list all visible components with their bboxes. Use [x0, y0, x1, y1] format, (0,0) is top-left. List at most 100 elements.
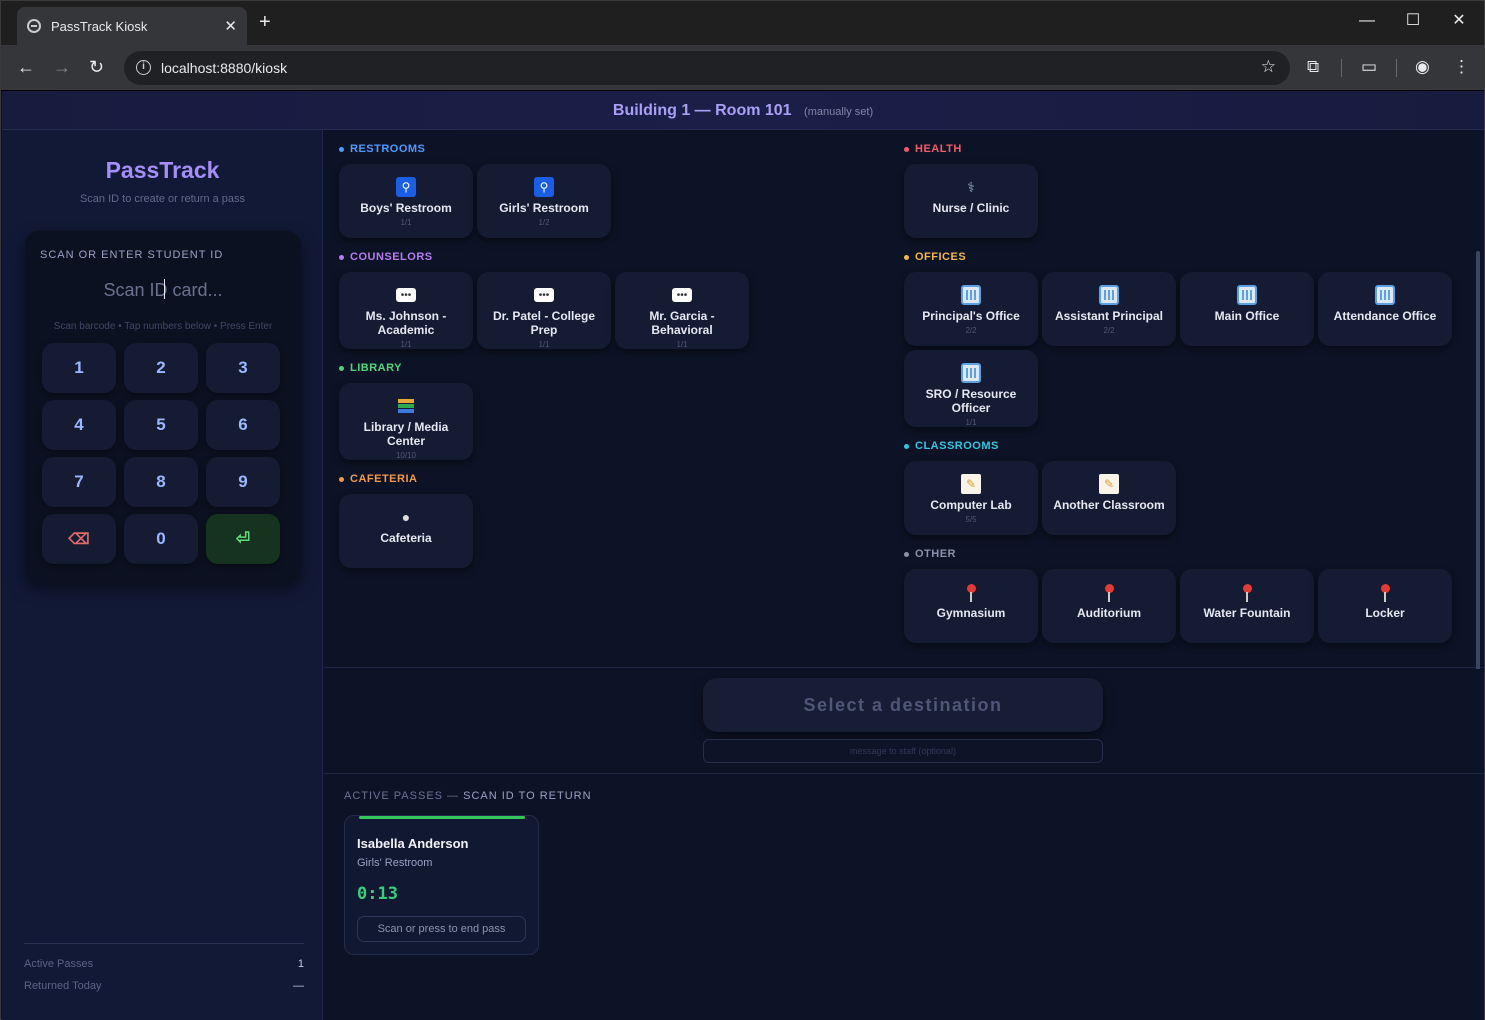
pass-destination: Girls' Restroom: [357, 857, 433, 869]
destination-card[interactable]: Attendance Office: [1318, 272, 1452, 346]
send-area: Select a destination message to staff (o…: [324, 669, 1484, 774]
maximize-icon[interactable]: ☐: [1403, 11, 1423, 31]
destination-card[interactable]: Another Classroom: [1042, 461, 1176, 535]
reload-icon[interactable]: ↻: [89, 57, 104, 77]
stethoscope-icon: ⚕: [967, 178, 975, 195]
destination-name: Water Fountain: [1203, 606, 1291, 620]
url-text[interactable]: localhost:8880/kiosk: [161, 60, 287, 76]
key-8[interactable]: 8: [124, 457, 198, 507]
info-icon[interactable]: i: [136, 60, 151, 75]
destination-count: 1/1: [400, 218, 412, 227]
browser-tab[interactable]: PassTrack Kiosk ✕: [17, 7, 247, 45]
office-building-icon: [1375, 285, 1395, 305]
destination-card[interactable]: Locker: [1318, 569, 1452, 643]
destination-count: 5/5: [965, 515, 977, 524]
speech-bubble-icon: •••: [396, 288, 416, 302]
category-title-offices: OFFICES: [904, 250, 1464, 264]
category-health: HEALTH ⚕ Nurse / Clinic: [904, 142, 1464, 238]
category-grid-cafeteria: ● Cafeteria: [339, 494, 899, 568]
plate-icon: ●: [401, 509, 411, 525]
category-grid-other: Gymnasium Auditorium Water Fountain Locker: [904, 569, 1464, 643]
key-0[interactable]: 0: [124, 514, 198, 564]
message-input[interactable]: message to staff (optional): [703, 739, 1103, 763]
backspace-key-icon[interactable]: ⌫: [42, 514, 116, 564]
student-id-input[interactable]: [40, 271, 286, 309]
address-bar[interactable]: i localhost:8880/kiosk ☆: [124, 51, 1290, 85]
destination-name: Ms. Johnson - Academic: [365, 309, 447, 337]
forward-icon[interactable]: →: [53, 57, 71, 77]
destination-count: 1/1: [538, 340, 550, 349]
category-title-library: LIBRARY: [339, 361, 899, 375]
star-icon[interactable]: ☆: [1261, 57, 1276, 77]
office-building-icon: [1099, 285, 1119, 305]
destination-card[interactable]: Assistant Principal 2/2: [1042, 272, 1176, 346]
key-5[interactable]: 5: [124, 400, 198, 450]
destination-name: Mr. Garcia - Behavioral: [649, 309, 715, 337]
category-library: LIBRARY Library / Media Center 10/10: [339, 361, 899, 460]
category-grid-counselors: ••• Ms. Johnson - Academic 1/1 ••• Dr. Patel…: [339, 272, 899, 349]
key-9[interactable]: 9: [206, 457, 280, 507]
destination-card[interactable]: ••• Ms. Johnson - Academic 1/1: [339, 272, 473, 349]
destination-card[interactable]: Principal's Office 2/2: [904, 272, 1038, 346]
close-tab-icon[interactable]: ✕: [224, 17, 237, 35]
destination-card[interactable]: Gymnasium: [904, 569, 1038, 643]
text-cursor: [164, 279, 165, 299]
destination-card[interactable]: SRO / Resource Officer 1/1: [904, 350, 1038, 427]
destination-name: Girls' Restroom: [499, 201, 589, 215]
category-grid-classrooms: Computer Lab 5/5 Another Classroom: [904, 461, 1464, 535]
speech-bubble-icon: •••: [534, 288, 554, 302]
destination-card[interactable]: Main Office: [1180, 272, 1314, 346]
destination-card[interactable]: ● Cafeteria: [339, 494, 473, 568]
destination-name: Main Office: [1214, 309, 1280, 323]
destination-name: Gymnasium: [936, 606, 1006, 620]
globe-icon: [27, 19, 41, 33]
destination-name: Another Classroom: [1053, 498, 1165, 512]
menu-icon[interactable]: ⋮: [1453, 57, 1470, 77]
destination-name: SRO / Resource Officer: [925, 387, 1017, 415]
destination-card[interactable]: ••• Dr. Patel - College Prep 1/1: [477, 272, 611, 349]
destination-name: Attendance Office: [1333, 309, 1437, 323]
destination-card[interactable]: ⚲ Girls' Restroom 1/2: [477, 164, 611, 238]
destination-card[interactable]: ⚲ Boys' Restroom 1/1: [339, 164, 473, 238]
scan-label: SCAN OR ENTER STUDENT ID: [40, 249, 224, 261]
category-offices: OFFICES Principal's Office 2/2 Assistant Pr…: [904, 250, 1464, 427]
extensions-icon[interactable]: ⧉: [1307, 57, 1319, 77]
pass-card[interactable]: Isabella Anderson Girls' Restroom 0:13 S…: [344, 815, 539, 955]
back-icon[interactable]: ←: [17, 57, 35, 77]
pin-icon: [961, 582, 981, 602]
key-3[interactable]: 3: [206, 343, 280, 393]
tagline: Scan ID to create or return a pass: [79, 193, 246, 205]
key-2[interactable]: 2: [124, 343, 198, 393]
scan-hint: Scan barcode • Tap numbers below • Press…: [53, 321, 273, 332]
enter-key-icon[interactable]: ⏎: [206, 514, 280, 564]
kiosk-app: Building 1 — Room 101 (manually set) Pas…: [2, 91, 1484, 1020]
end-pass-button[interactable]: Scan or press to end pass: [357, 916, 526, 942]
browser-window: PassTrack Kiosk ✕ + — ☐ ✕ ← → ↻ i localh…: [0, 0, 1485, 1020]
room-mode: (manually set): [804, 106, 874, 118]
category-other: OTHER Gymnasium Auditorium Water Fountain Lo…: [904, 547, 1464, 643]
window-close-icon[interactable]: ✕: [1449, 11, 1469, 31]
key-4[interactable]: 4: [42, 400, 116, 450]
category-grid-library: Library / Media Center 10/10: [339, 383, 899, 460]
key-7[interactable]: 7: [42, 457, 116, 507]
pin-icon: [1375, 582, 1395, 602]
key-1[interactable]: 1: [42, 343, 116, 393]
destination-card[interactable]: ⚕ Nurse / Clinic: [904, 164, 1038, 238]
stats-footer: Active Passes 1 Returned Today —: [24, 943, 304, 1002]
select-destination-button[interactable]: Select a destination: [703, 678, 1103, 732]
category-title-other: OTHER: [904, 547, 1464, 561]
destination-name: Computer Lab: [930, 498, 1012, 512]
new-tab-plus-icon[interactable]: +: [259, 12, 271, 32]
key-6[interactable]: 6: [206, 400, 280, 450]
minimize-icon[interactable]: —: [1357, 11, 1377, 31]
profile-icon[interactable]: ◉: [1415, 57, 1430, 77]
destination-card[interactable]: Library / Media Center 10/10: [339, 383, 473, 460]
destination-card[interactable]: Auditorium: [1042, 569, 1176, 643]
restroom-icon: ⚲: [396, 177, 416, 197]
destination-card[interactable]: Water Fountain: [1180, 569, 1314, 643]
destination-card[interactable]: ••• Mr. Garcia - Behavioral 1/1: [615, 272, 749, 349]
media-icon[interactable]: ▭: [1361, 57, 1377, 77]
destination-card[interactable]: Computer Lab 5/5: [904, 461, 1038, 535]
category-title-counselors: COUNSELORS: [339, 250, 899, 264]
destination-count: 1/1: [965, 418, 977, 427]
